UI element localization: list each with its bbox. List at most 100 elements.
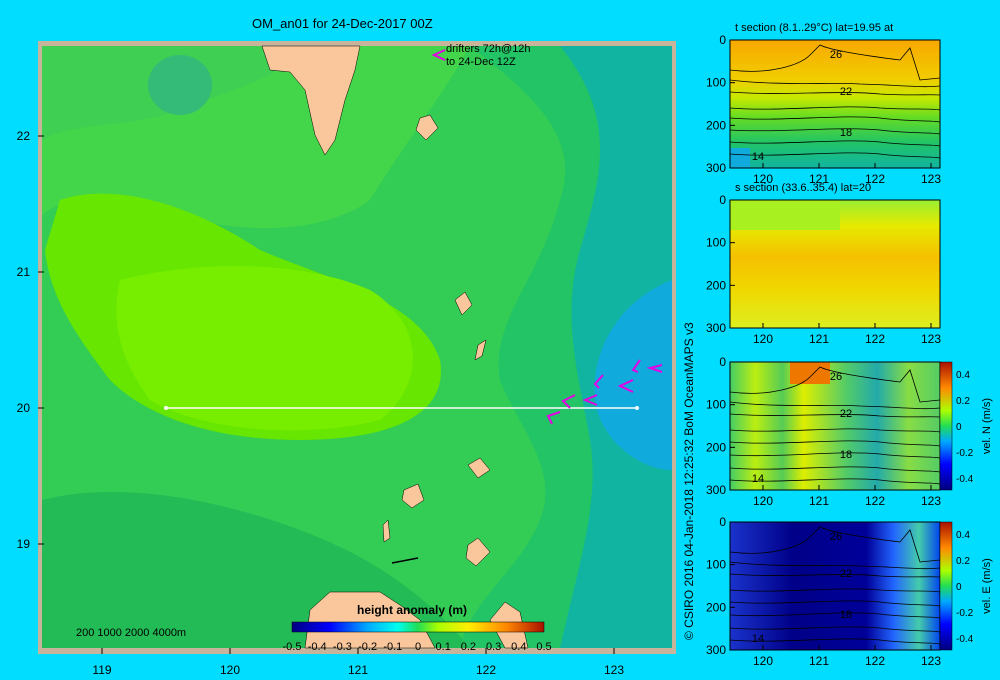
panel-temperature-section: t section (8.1..29°C) lat=19.95 at 26 22 1… (706, 22, 941, 186)
map-x-tick-label: 119 (92, 663, 111, 677)
contour-label: 14 (752, 151, 764, 163)
section-x-tick-label: 122 (865, 494, 885, 508)
vel-e-colorbar (939, 521, 953, 651)
colorbar-tick-labels: -0.5 -0.4 -0.3 -0.2 -0.1 0 0.1 0.2 0.3 0.4 0.5 (283, 641, 552, 653)
section-y-tick-label: 200 (706, 440, 726, 454)
section-x-tick-label: 123 (921, 332, 941, 346)
colorbar-tick-label: -0.2 (358, 641, 377, 653)
colorbar-tick-label: 0.5 (536, 641, 551, 653)
panel-salinity-section: s section (33.6..35.4) lat=20 120 121 122 1… (706, 182, 941, 346)
section-y-tick-label: 200 (706, 118, 726, 132)
t-section-title: t section (8.1..29°C) lat=19.95 at (735, 22, 893, 34)
section-x-tick-label: 122 (865, 654, 885, 668)
contour-label: 26 (830, 371, 842, 383)
section-y-tick-label: 100 (706, 76, 726, 90)
vel-colorbar-tick-label: -0.2 (956, 608, 974, 619)
section-y-tick-label: 100 (706, 558, 726, 572)
section-y-tick-label: 200 (706, 278, 726, 292)
vel-n-jet (790, 362, 830, 384)
colorbar-tick-label: 0.3 (486, 641, 501, 653)
section-x-tick-label: 120 (753, 494, 773, 508)
contour-label: 14 (752, 633, 764, 645)
vel-n-colorbar (939, 361, 953, 491)
map-title: OM_an01 for 24-Dec-2017 00Z (252, 16, 433, 31)
vel-colorbar-tick-label: -0.4 (956, 474, 974, 485)
colorbar-tick-label: -0.1 (383, 641, 402, 653)
section-x-tick-label: 121 (809, 494, 829, 508)
vel-e-colorbar-ticks: 0.4 0.2 0 -0.2 -0.4 (956, 530, 974, 645)
panel-velocity-north: 26 22 18 14 120 121 122 123 0 100 200 300 0.4 0.2 0 -… (706, 355, 993, 508)
vel-colorbar-tick-label: 0 (956, 422, 962, 433)
map-y-tick-label: 21 (17, 265, 31, 279)
contour-label: 18 (840, 127, 852, 139)
colorbar-tick-label: 0 (415, 641, 421, 653)
section-x-tick-label: 123 (921, 172, 941, 186)
section-x-tick-label: 123 (921, 654, 941, 668)
anomaly-region-high-core (116, 266, 413, 431)
section-x-tick-label: 120 (753, 332, 773, 346)
contour-label: 22 (840, 408, 852, 420)
colorbar-tick-label: -0.5 (283, 641, 302, 653)
drifter-note-line1: drifters 72h@12h (446, 43, 531, 55)
section-y-tick-label: 300 (706, 321, 726, 335)
colorbar-tick-label: 0.1 (436, 641, 451, 653)
vel-colorbar-tick-label: 0.2 (956, 396, 970, 407)
section-y-tick-label: 100 (706, 398, 726, 412)
section-y-tick-label: 300 (706, 161, 726, 175)
section-y-tick-label: 0 (719, 33, 726, 47)
section-y-tick-label: 0 (719, 515, 726, 529)
colorbar-title: height anomaly (m) (357, 603, 467, 617)
map-x-tick-label: 120 (220, 663, 240, 677)
vel-colorbar-tick-label: -0.2 (956, 448, 974, 459)
section-y-tick-label: 0 (719, 193, 726, 207)
section-y-tick-label: 300 (706, 483, 726, 497)
section-x-tick-label: 121 (809, 332, 829, 346)
credit-text: © CSIRO 2016 04-Jan-2018 12:25:32 BoM Oc… (682, 322, 696, 640)
map-y-tick-label: 19 (17, 537, 31, 551)
contour-label: 18 (840, 449, 852, 461)
t-section-cold-patch (730, 148, 750, 168)
figure-canvas: drifters 72h@12h to 24-Dec 12Z 200 1000 … (17, 22, 993, 677)
s-section-fresh-patch (730, 200, 840, 230)
vel-colorbar-tick-label: 0.2 (956, 556, 970, 567)
main-map: drifters 72h@12h to 24-Dec 12Z 200 1000 … (17, 41, 676, 677)
section-x-tick-label: 120 (753, 654, 773, 668)
contour-label: 14 (752, 473, 764, 485)
vel-colorbar-tick-label: -0.4 (956, 634, 974, 645)
depth-legend: 200 1000 2000 4000m (76, 627, 186, 639)
colorbar-gradient (291, 621, 545, 633)
map-x-tick-label: 122 (476, 663, 496, 677)
map-x-tick-label: 123 (604, 663, 624, 677)
vel-n-colorbar-label: vel. N (m/s) (981, 398, 993, 454)
map-x-tick-label: 121 (348, 663, 368, 677)
map-y-tick-label: 22 (17, 129, 31, 143)
colorbar-tick-label: -0.3 (333, 641, 352, 653)
colorbar-tick-label: 0.2 (461, 641, 476, 653)
vel-n-colorbar-ticks: 0.4 0.2 0 -0.2 -0.4 (956, 370, 974, 485)
colorbar-tick-label: -0.4 (308, 641, 327, 653)
contour-label: 26 (830, 531, 842, 543)
contour-label: 18 (840, 609, 852, 621)
vel-colorbar-tick-label: 0 (956, 582, 962, 593)
panel-velocity-east: 26 22 18 14 120 121 122 123 0 100 200 300 0.4 0.2 0 -… (706, 515, 993, 668)
section-x-tick-label: 123 (921, 494, 941, 508)
s-section-title: s section (33.6..35.4) lat=20 (735, 182, 871, 194)
map-y-tick-label: 20 (17, 401, 31, 415)
anomaly-region-low-nw (148, 55, 212, 115)
section-x-tick-label: 121 (809, 654, 829, 668)
contour-label: 26 (830, 49, 842, 61)
contour-label: 22 (840, 568, 852, 580)
colorbar-tick-label: 0.4 (511, 641, 526, 653)
contour-label: 22 (840, 86, 852, 98)
section-y-tick-label: 300 (706, 643, 726, 657)
section-y-tick-label: 100 (706, 236, 726, 250)
section-y-tick-label: 200 (706, 600, 726, 614)
vel-colorbar-tick-label: 0.4 (956, 370, 970, 381)
section-x-tick-label: 122 (865, 332, 885, 346)
section-line-start (164, 406, 168, 410)
section-line-end (635, 406, 639, 410)
vel-colorbar-tick-label: 0.4 (956, 530, 970, 541)
vel-e-colorbar-label: vel. E (m/s) (981, 558, 993, 614)
drifter-note-line2: to 24-Dec 12Z (446, 56, 516, 68)
section-y-tick-label: 0 (719, 355, 726, 369)
